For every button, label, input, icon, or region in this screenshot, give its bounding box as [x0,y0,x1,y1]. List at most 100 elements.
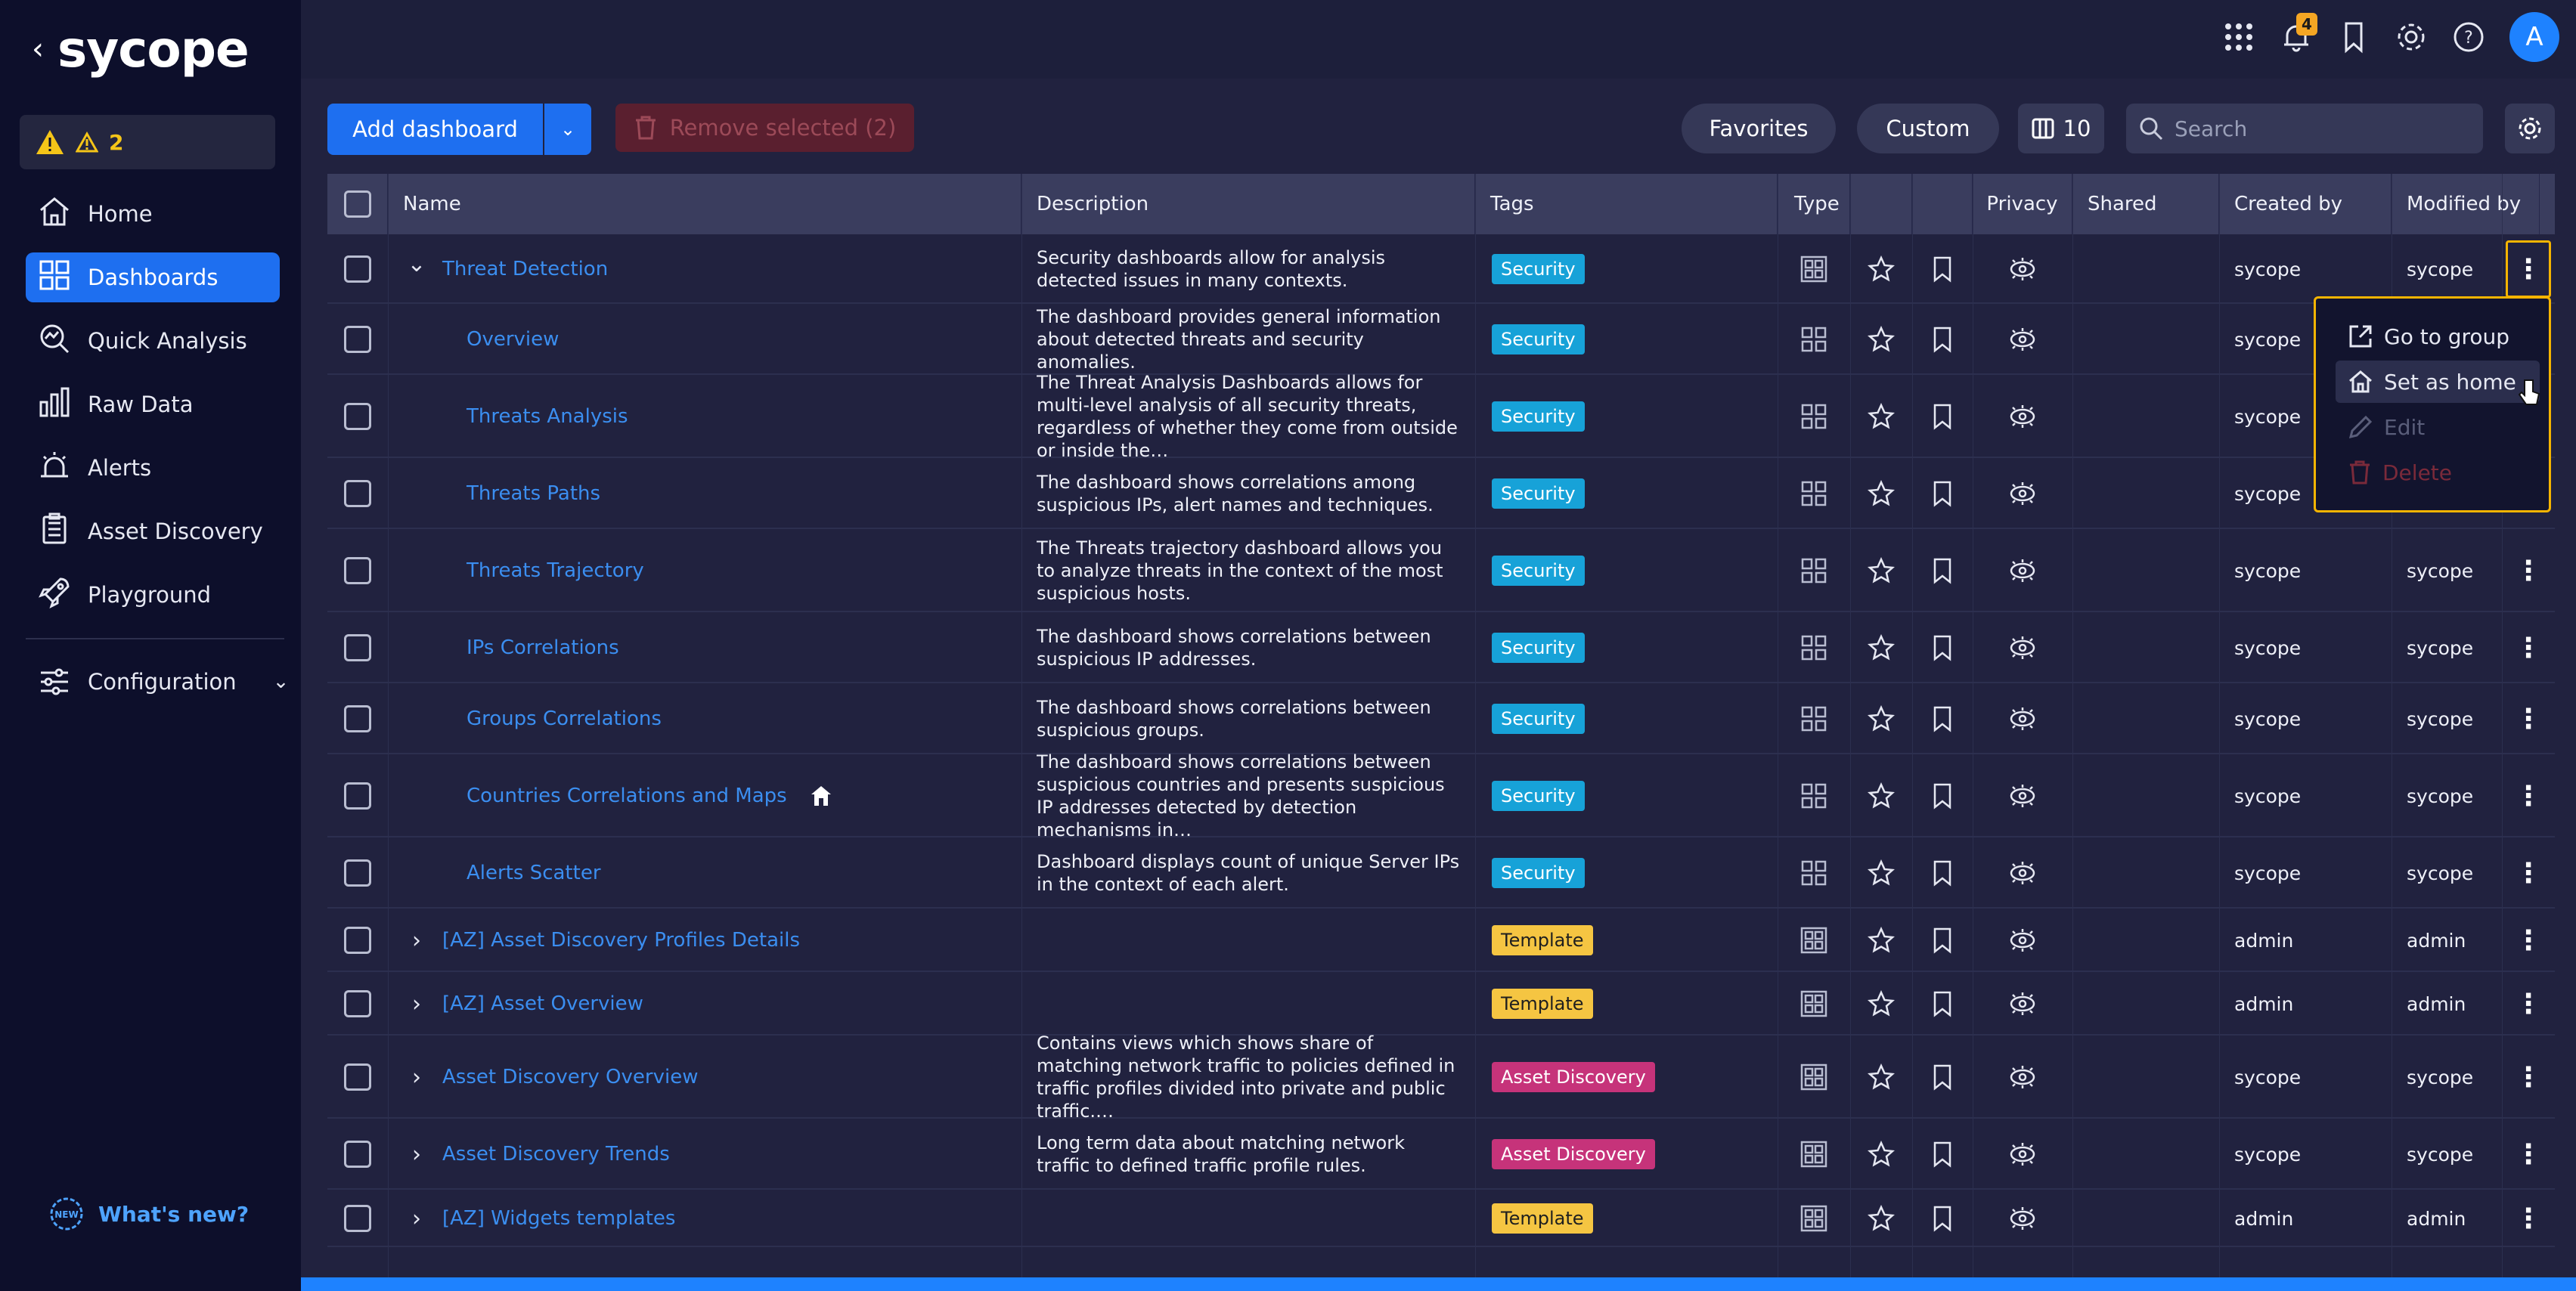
dashboard-name-link[interactable]: Threats Analysis [467,405,628,428]
table-row[interactable]: ⌄ Threat Detection Security dashboards all… [327,234,2555,304]
table-row[interactable]: › [AZ] Asset Overview Template admin admin ⋮ [327,972,2555,1036]
kebab-menu-icon[interactable]: ⋮ [2515,1062,2542,1093]
dashboard-name-link[interactable]: Countries Correlations and Maps [467,785,787,807]
tag-badge[interactable]: Security [1492,704,1585,734]
sidebar-item-raw-data[interactable]: Raw Data [26,379,280,429]
apps-grid-icon[interactable] [2222,20,2255,54]
table-row[interactable]: Groups Correlations The dashboard shows c… [327,683,2555,754]
user-avatar[interactable]: A [2509,12,2559,62]
table-row[interactable]: Overview The dashboard provides general i… [327,304,2555,375]
row-checkbox[interactable] [344,403,371,430]
chevron-right-icon[interactable]: › [403,1064,430,1091]
tag-badge[interactable]: Security [1492,478,1585,509]
row-checkbox[interactable] [344,557,371,584]
bookmark-icon[interactable] [1931,1141,1954,1168]
bookmark-icon[interactable] [1931,859,1954,887]
help-icon[interactable]: ? [2452,20,2485,54]
row-checkbox[interactable] [344,1141,371,1168]
star-icon[interactable] [1868,557,1895,584]
kebab-menu-icon[interactable]: ⋮ [2515,858,2542,889]
search-input[interactable] [2175,116,2462,141]
header-description[interactable]: Description [1021,174,1475,234]
sidebar-item-playground[interactable]: Playground [26,570,280,620]
tag-badge[interactable]: Asset Discovery [1492,1062,1655,1092]
tag-badge[interactable]: Security [1492,781,1585,811]
back-chevron-icon[interactable]: ‹ [32,32,44,67]
tag-badge[interactable]: Asset Discovery [1492,1139,1655,1169]
row-checkbox[interactable] [344,990,371,1017]
sidebar-item-home[interactable]: Home [26,189,280,239]
header-tags[interactable]: Tags [1475,174,1778,234]
header-privacy[interactable]: Privacy [1973,174,2072,234]
row-checkbox[interactable] [344,326,371,353]
bookmark-icon[interactable] [1931,1063,1954,1091]
star-icon[interactable] [1868,255,1895,283]
chevron-right-icon[interactable]: › [403,991,430,1017]
sidebar-item-dashboards[interactable]: Dashboards [26,252,280,302]
menu-edit[interactable]: Edit [2336,406,2540,448]
star-icon[interactable] [1868,634,1895,661]
chevron-right-icon[interactable]: › [403,927,430,954]
favorites-filter-button[interactable]: Favorites [1682,104,1836,153]
sidebar-item-configuration[interactable]: Configuration ⌄ [38,665,289,698]
sidebar-item-alerts[interactable]: Alerts [26,443,280,493]
header-modified-by[interactable]: Modified by [2392,174,2540,234]
sidebar-item-asset-discovery[interactable]: Asset Discovery [26,506,280,556]
bookmark-icon[interactable] [1931,782,1954,810]
bookmark-icon[interactable] [1931,403,1954,430]
star-icon[interactable] [1868,927,1895,954]
star-icon[interactable] [1868,480,1895,507]
alerts-summary[interactable]: 2 [20,115,275,169]
bookmark-icon[interactable] [1931,255,1954,283]
row-checkbox[interactable] [344,1205,371,1232]
chevron-right-icon[interactable]: › [403,1141,430,1168]
table-row[interactable]: Threats Trajectory The Threats trajectory… [327,529,2555,612]
row-checkbox[interactable] [344,782,371,810]
row-checkbox[interactable] [344,255,371,283]
tag-badge[interactable]: Template [1492,1203,1593,1234]
tag-badge[interactable]: Template [1492,989,1593,1019]
table-row[interactable]: › [AZ] Asset Discovery Profiles Details Te… [327,909,2555,972]
columns-button[interactable]: 10 [2018,104,2104,153]
row-checkbox[interactable] [344,634,371,661]
bookmark-icon[interactable] [2337,20,2370,54]
table-row[interactable]: › Asset Discovery Trends Long term data ab… [327,1119,2555,1190]
dashboard-name-link[interactable]: Alerts Scatter [467,862,601,884]
row-checkbox[interactable] [344,1063,371,1091]
bookmark-icon[interactable] [1931,1205,1954,1232]
bookmark-icon[interactable] [1931,634,1954,661]
tag-badge[interactable]: Security [1492,633,1585,663]
kebab-menu-icon[interactable]: ⋮ [2515,556,2542,587]
dashboard-name-link[interactable]: Asset Discovery Trends [442,1143,670,1166]
whats-new-link[interactable]: NEW What's new? [47,1194,249,1234]
row-checkbox[interactable] [344,705,371,732]
tag-badge[interactable]: Security [1492,254,1585,284]
logo[interactable]: ‹ sycope [32,20,250,79]
tag-badge[interactable]: Security [1492,556,1585,586]
sidebar-item-quick-analysis[interactable]: Quick Analysis [26,316,280,366]
table-row[interactable]: Threats Paths The dashboard shows correla… [327,458,2555,529]
star-icon[interactable] [1868,1063,1895,1091]
tag-badge[interactable]: Template [1492,925,1593,955]
star-icon[interactable] [1868,326,1895,353]
header-shared[interactable]: Shared [2072,174,2219,234]
bookmark-icon[interactable] [1931,705,1954,732]
tag-badge[interactable]: Security [1492,401,1585,432]
bookmark-icon[interactable] [1931,480,1954,507]
select-all-checkbox[interactable] [343,190,371,218]
row-checkbox[interactable] [344,480,371,507]
star-icon[interactable] [1868,990,1895,1017]
star-icon[interactable] [1868,403,1895,430]
header-type[interactable]: Type [1778,174,1850,234]
table-row[interactable]: Threats Analysis The Threat Analysis Dash… [327,372,2555,461]
custom-filter-button[interactable]: Custom [1857,104,1999,153]
row-checkbox[interactable] [344,927,371,954]
kebab-menu-icon[interactable]: ⋮ [2515,781,2542,812]
star-icon[interactable] [1868,705,1895,732]
bookmark-icon[interactable] [1931,927,1954,954]
table-row[interactable]: Countries Correlations and Maps The dashb… [327,751,2555,841]
bookmark-icon[interactable] [1931,326,1954,353]
dashboard-name-link[interactable]: Asset Discovery Overview [442,1066,698,1088]
kebab-menu-icon[interactable]: ⋮ [2515,1139,2542,1170]
table-row[interactable]: IPs Correlations The dashboard shows corr… [327,612,2555,683]
